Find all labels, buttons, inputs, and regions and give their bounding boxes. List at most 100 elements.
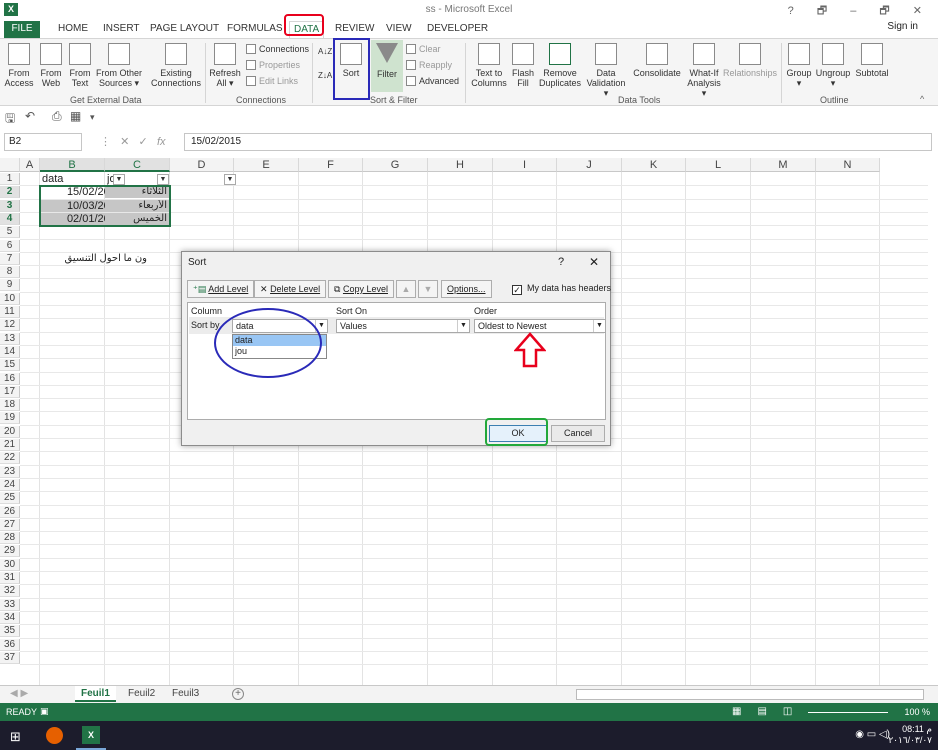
dialog-help-icon[interactable]: ?	[558, 256, 564, 268]
tab-view[interactable]: VIEW	[386, 21, 412, 38]
column-header-m[interactable]: M	[751, 158, 816, 172]
row-header-22[interactable]: 22	[0, 452, 20, 465]
row-header-7[interactable]: 7	[0, 252, 20, 265]
system-tray-icons[interactable]: ◉ ▭ ◁)	[855, 729, 890, 740]
row-header-26[interactable]: 26	[0, 505, 20, 518]
add-level-button[interactable]: ⁺▤ Add Level	[187, 280, 255, 298]
firefox-icon[interactable]	[46, 727, 63, 744]
from-web-button[interactable]: From Web	[37, 43, 65, 88]
row-header-35[interactable]: 35	[0, 625, 20, 638]
row-header-23[interactable]: 23	[0, 465, 20, 478]
filter-dropdown-icon[interactable]: ▼	[113, 174, 125, 185]
relationships-button[interactable]: Relationships	[722, 43, 778, 78]
row-header-4[interactable]: 4	[0, 212, 20, 225]
copy-level-button[interactable]: ⧉ Copy Level	[328, 280, 394, 298]
ungroup-button[interactable]: Ungroup ▾	[814, 43, 852, 88]
tab-page-layout[interactable]: PAGE LAYOUT	[150, 21, 219, 38]
from-other-sources-button[interactable]: From Other Sources ▾	[95, 43, 143, 88]
tab-review[interactable]: REVIEW	[335, 21, 374, 38]
sort-on-combo[interactable]: Values ▼	[336, 319, 470, 333]
tab-file[interactable]: FILE	[4, 21, 40, 38]
row-header-1[interactable]: 1	[0, 173, 20, 185]
collapse-ribbon-icon[interactable]: ^	[920, 94, 924, 104]
tab-home[interactable]: HOME	[58, 21, 88, 38]
excel-taskbar-icon[interactable]: X	[82, 726, 100, 744]
cell-b1[interactable]: data	[42, 173, 102, 185]
from-text-button[interactable]: From Text	[67, 43, 93, 88]
form-icon[interactable]: ▦	[70, 109, 81, 123]
row-header-24[interactable]: 24	[0, 478, 20, 491]
reapply-button[interactable]: Reapply	[406, 60, 452, 70]
sheet-tab-feuil3[interactable]: Feuil3	[166, 686, 205, 702]
sort-za-icon[interactable]: Z↓A	[318, 71, 332, 80]
subtotal-button[interactable]: Subtotal	[853, 43, 891, 78]
macro-record-icon[interactable]: ▣	[40, 706, 49, 717]
properties-button[interactable]: Properties	[246, 60, 300, 70]
sheet-nav-arrows[interactable]: ◀ ▶	[4, 686, 34, 702]
sort-az-icon[interactable]: A↓Z	[318, 47, 332, 56]
row-header-34[interactable]: 34	[0, 611, 20, 624]
sheet-tab-feuil2[interactable]: Feuil2	[122, 686, 161, 702]
move-up-button[interactable]: ▲	[396, 280, 416, 298]
filter-button[interactable]: Filter	[373, 43, 401, 79]
row-header-11[interactable]: 11	[0, 306, 20, 318]
row-header-15[interactable]: 15	[0, 359, 20, 372]
row-header-33[interactable]: 33	[0, 598, 20, 611]
tab-insert[interactable]: INSERT	[103, 21, 140, 38]
row-header-9[interactable]: 9	[0, 279, 20, 292]
sheet-tab-feuil1[interactable]: Feuil1	[75, 686, 116, 702]
consolidate-button[interactable]: Consolidate	[630, 43, 684, 78]
column-header-g[interactable]: G	[363, 158, 428, 172]
from-access-button[interactable]: From Access	[4, 43, 34, 88]
row-header-29[interactable]: 29	[0, 545, 20, 558]
column-header-c[interactable]: C	[105, 158, 170, 172]
order-combo[interactable]: Oldest to Newest ▼	[474, 319, 606, 333]
taskbar-clock[interactable]: 08:11 م ٢٠١٦/٠٣/٠٧	[888, 724, 932, 746]
data-validation-button[interactable]: Data Validation ▾	[584, 43, 628, 98]
flash-fill-button[interactable]: Flash Fill	[511, 43, 535, 88]
print-preview-icon[interactable]: ⎙	[52, 109, 62, 124]
column-header-j[interactable]: J	[557, 158, 622, 172]
row-header-27[interactable]: 27	[0, 518, 20, 531]
connections-button[interactable]: Connections	[246, 44, 309, 54]
row-header-21[interactable]: 21	[0, 439, 20, 451]
formula-input[interactable]: 15/02/2015	[184, 133, 932, 151]
add-sheet-icon[interactable]: +	[232, 688, 244, 700]
column-header-a[interactable]: A	[20, 158, 40, 172]
refresh-all-button[interactable]: Refresh All ▾	[208, 43, 242, 88]
row-header-32[interactable]: 32	[0, 585, 20, 598]
fx-icon[interactable]: fx	[157, 136, 166, 148]
name-box[interactable]: B2	[4, 133, 82, 151]
undo-icon[interactable]: ↶	[25, 109, 35, 123]
column-header-b[interactable]: B	[40, 158, 105, 172]
text-to-columns-button[interactable]: Text to Columns	[469, 43, 509, 88]
select-all-corner[interactable]	[0, 158, 20, 172]
move-down-button[interactable]: ▼	[418, 280, 438, 298]
window-controls[interactable]: ? 🗗 – 🗗 ✕	[788, 2, 932, 21]
row-header-3[interactable]: 3	[0, 199, 20, 212]
row-header-20[interactable]: 20	[0, 425, 20, 438]
row-header-12[interactable]: 12	[0, 319, 20, 332]
column-header-l[interactable]: L	[686, 158, 751, 172]
filter-dropdown-icon[interactable]: ▼	[157, 174, 169, 185]
sign-in-link[interactable]: Sign in	[887, 21, 918, 32]
column-header-k[interactable]: K	[622, 158, 686, 172]
cancel-button[interactable]: Cancel	[551, 425, 605, 442]
tab-formulas[interactable]: FORMULAS	[227, 21, 283, 38]
row-header-10[interactable]: 10	[0, 292, 20, 305]
column-header-d[interactable]: D	[170, 158, 234, 172]
row-header-18[interactable]: 18	[0, 399, 20, 412]
horizontal-scrollbar[interactable]	[576, 689, 924, 700]
group-button[interactable]: Group ▾	[785, 43, 813, 88]
row-header-13[interactable]: 13	[0, 332, 20, 345]
edit-links-button[interactable]: Edit Links	[246, 76, 298, 86]
column-header-n[interactable]: N	[816, 158, 880, 172]
row-header-17[interactable]: 17	[0, 385, 20, 398]
customize-qat-icon[interactable]: ▾	[90, 112, 95, 123]
zoom-level[interactable]: 100 %	[904, 707, 930, 717]
windows-start-icon[interactable]: ⊞	[10, 729, 21, 745]
advanced-filter-button[interactable]: Advanced	[406, 76, 459, 86]
tab-developer[interactable]: DEVELOPER	[427, 21, 488, 38]
row-header-16[interactable]: 16	[0, 372, 20, 385]
row-header-6[interactable]: 6	[0, 239, 20, 252]
